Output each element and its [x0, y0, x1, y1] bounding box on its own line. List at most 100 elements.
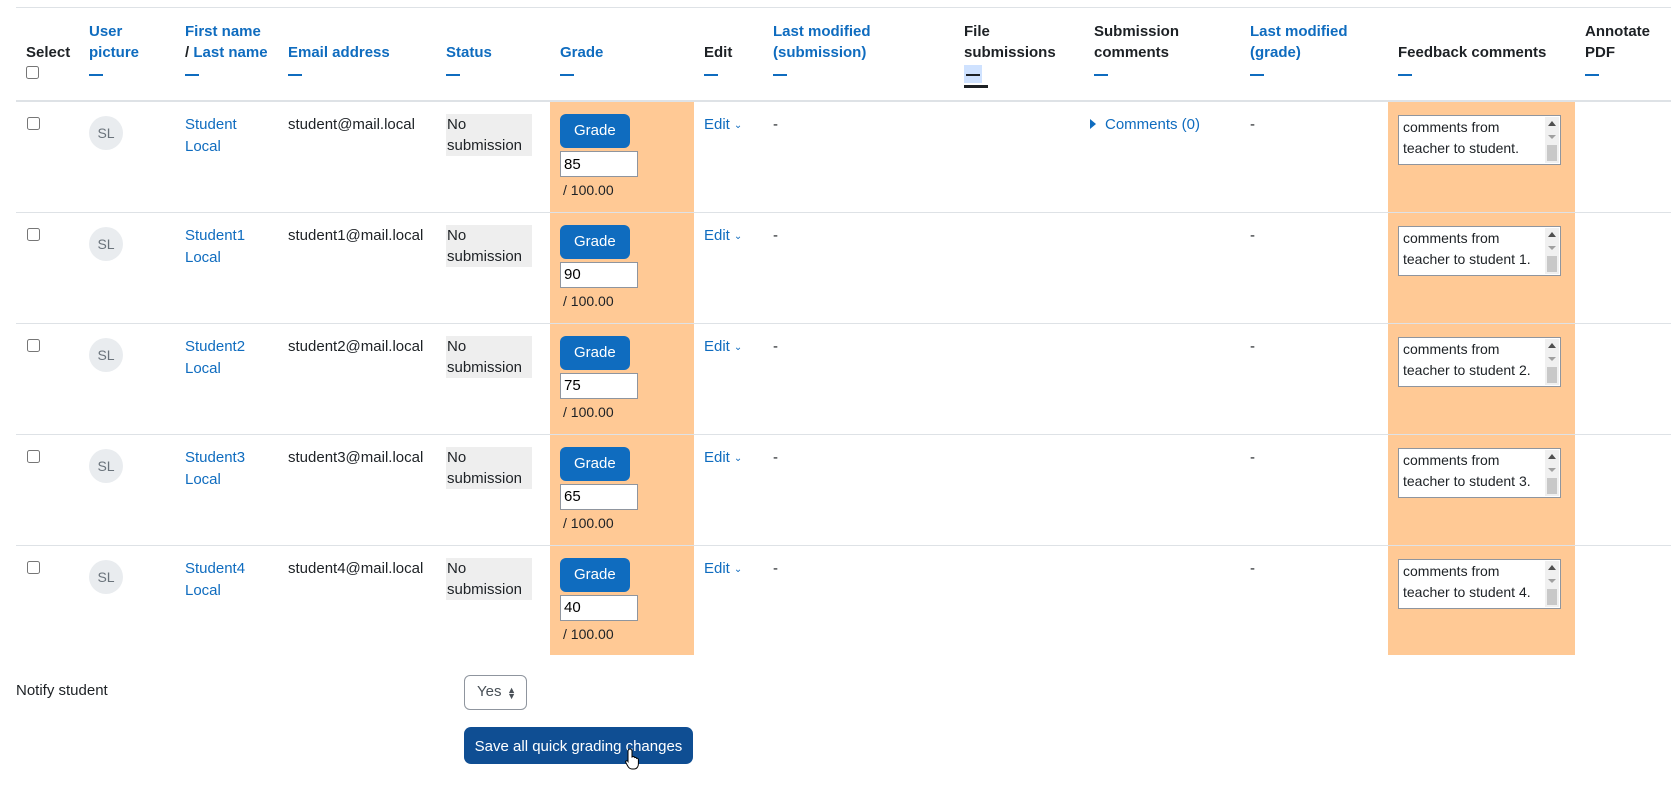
feedback-comments-textarea[interactable]: comments from teacher to student 3. — [1398, 447, 1561, 498]
edit-hide-icon[interactable] — [704, 74, 718, 77]
last-modified-submission-hide-icon[interactable] — [773, 74, 787, 77]
last-modified-grade-value: - — [1250, 337, 1255, 355]
expand-triangle-icon — [1090, 119, 1096, 129]
textarea-scrollbar[interactable] — [1545, 117, 1559, 163]
focus-underline — [964, 85, 988, 88]
feedback-comments-textarea[interactable]: comments from teacher to student 1. — [1398, 225, 1561, 276]
notify-student-select[interactable]: Yes ▲ ▼ — [464, 675, 527, 710]
student-last-name-link[interactable]: Local — [185, 580, 278, 602]
avatar[interactable]: SL — [89, 448, 123, 483]
chevron-down-icon: ⌄ — [733, 563, 743, 575]
last-name-sort-link[interactable]: Last name — [193, 44, 267, 61]
edit-menu-toggle[interactable]: Edit ⌄ — [704, 449, 742, 466]
status-cell: No submission — [436, 212, 550, 324]
row-select-checkbox[interactable] — [27, 560, 40, 574]
textarea-scrollbar[interactable] — [1545, 449, 1559, 496]
row-select-checkbox[interactable] — [27, 449, 40, 463]
name-hide-icon[interactable] — [185, 74, 199, 77]
student-first-name-link[interactable]: Student2 — [185, 336, 278, 358]
grade-button[interactable]: Grade — [560, 224, 630, 259]
edit-menu-toggle[interactable]: Edit ⌄ — [704, 338, 742, 355]
grade-hide-icon[interactable] — [560, 74, 574, 77]
grade-button[interactable]: Grade — [560, 557, 630, 592]
edit-menu-toggle[interactable]: Edit ⌄ — [704, 116, 742, 133]
feedback-line1: comments from — [1403, 451, 1500, 468]
status-line2: submission — [447, 358, 523, 376]
status-cell: No submission — [436, 323, 550, 435]
file-submissions-hide-icon[interactable] — [964, 65, 982, 83]
user-picture-hide-icon[interactable] — [89, 74, 103, 77]
avatar[interactable]: SL — [89, 226, 123, 261]
feedback-line2: teacher to student 1. — [1403, 250, 1531, 267]
grade-out-of: / 100.00 — [563, 625, 614, 642]
student-first-name-link[interactable]: Student1 — [185, 225, 278, 247]
header-file-submissions: File submissions — [954, 8, 1084, 102]
avatar[interactable]: SL — [89, 116, 123, 150]
textarea-scrollbar[interactable] — [1545, 227, 1559, 274]
textarea-scrollbar[interactable] — [1545, 560, 1559, 607]
grade-input[interactable] — [560, 151, 638, 177]
save-quick-grading-button[interactable]: Save all quick grading changes — [464, 727, 693, 764]
student-first-name-link[interactable]: Student4 — [185, 558, 278, 580]
user-picture-cell: SL — [79, 212, 175, 324]
annotate-pdf-hide-icon[interactable] — [1585, 74, 1599, 77]
submission-comments-cell — [1084, 434, 1240, 546]
submission-comments-hide-icon[interactable] — [1094, 74, 1108, 77]
row-select-checkbox[interactable] — [27, 227, 40, 241]
status-badge: No submission — [446, 224, 532, 267]
table-row: SL Student4 Local student4@mail.local No… — [16, 545, 1671, 655]
feedback-comments-cell: comments from teacher to student 4. — [1388, 545, 1575, 655]
grade-input[interactable] — [560, 372, 638, 399]
annotate-pdf-cell — [1575, 323, 1671, 435]
feedback-comments-textarea[interactable]: comments from teacher to student 4. — [1398, 558, 1561, 609]
feedback-comments-textarea[interactable]: comments from teacher to student. — [1398, 115, 1561, 165]
grade-input[interactable] — [560, 483, 638, 510]
user-picture-sort-link[interactable]: User picture — [89, 21, 149, 63]
feedback-comments-label: Feedback comments — [1398, 44, 1547, 61]
row-select-checkbox[interactable] — [27, 338, 40, 352]
student-first-name-link[interactable]: Student — [185, 114, 278, 136]
grade-button[interactable]: Grade — [560, 446, 630, 481]
row-select-checkbox[interactable] — [27, 117, 40, 130]
grade-out-of: / 100.00 — [563, 182, 614, 198]
last-modified-grade-hide-icon[interactable] — [1250, 74, 1264, 77]
email-hide-icon[interactable] — [288, 74, 302, 77]
last-modified-grade-sort-link[interactable]: Last modified (grade) — [1250, 21, 1382, 63]
textarea-scrollbar[interactable] — [1545, 338, 1559, 385]
grade-sort-link[interactable]: Grade — [560, 42, 688, 63]
name-separator: / — [185, 44, 190, 61]
annotate-pdf-cell — [1575, 212, 1671, 324]
select-all-checkbox[interactable] — [26, 66, 39, 79]
student-last-name-link[interactable]: Local — [185, 358, 278, 380]
grade-out-of: / 100.00 — [563, 514, 614, 531]
avatar[interactable]: SL — [89, 559, 123, 594]
grade-input[interactable] — [560, 261, 638, 288]
edit-menu-toggle[interactable]: Edit ⌄ — [704, 227, 742, 244]
feedback-comments-textarea[interactable]: comments from teacher to student 2. — [1398, 336, 1561, 387]
file-submissions-cell — [954, 323, 1084, 435]
grade-input[interactable] — [560, 594, 638, 621]
avatar[interactable]: SL — [89, 337, 123, 372]
feedback-comments-cell: comments from teacher to student 3. — [1388, 434, 1575, 546]
email-sort-link[interactable]: Email address — [288, 42, 430, 63]
file-submissions-cell — [954, 434, 1084, 546]
status-hide-icon[interactable] — [446, 74, 460, 77]
last-modified-submission-sort-link[interactable]: Last modified (submission) — [773, 21, 948, 63]
edit-cell: Edit ⌄ — [694, 212, 763, 324]
student-last-name-link[interactable]: Local — [185, 136, 278, 158]
edit-cell: Edit ⌄ — [694, 101, 763, 213]
comments-toggle-link[interactable]: Comments (0) — [1090, 116, 1200, 133]
file-submissions-cell — [954, 212, 1084, 324]
first-name-sort-link[interactable]: First name — [185, 23, 261, 40]
grade-button[interactable]: Grade — [560, 335, 630, 370]
grade-button[interactable]: Grade — [560, 114, 630, 148]
status-sort-link[interactable]: Status — [446, 42, 544, 63]
student-first-name-link[interactable]: Student3 — [185, 447, 278, 469]
feedback-line1: comments from — [1403, 229, 1500, 246]
status-line2: submission — [447, 247, 523, 265]
edit-menu-toggle[interactable]: Edit ⌄ — [704, 560, 742, 577]
feedback-comments-hide-icon[interactable] — [1398, 74, 1412, 77]
student-last-name-link[interactable]: Local — [185, 247, 278, 269]
student-email: student2@mail.local — [288, 337, 424, 355]
student-last-name-link[interactable]: Local — [185, 469, 278, 491]
